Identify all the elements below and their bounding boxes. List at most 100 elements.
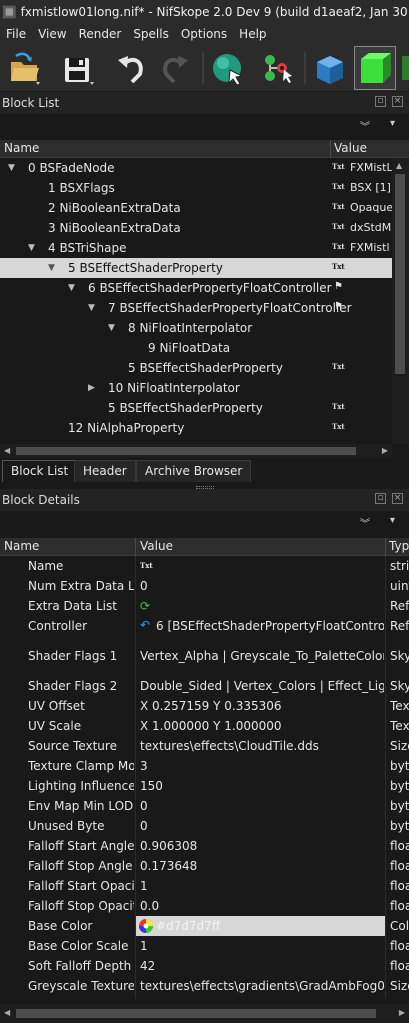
block-list-hscrollbar[interactable]: ◀ ▶ xyxy=(0,444,392,458)
block-details-title: Block Details xyxy=(2,493,80,507)
block-list-header: Block List ▫ × xyxy=(0,92,409,114)
select-icon[interactable] xyxy=(210,50,246,86)
detail-row[interactable]: Extra Data List ⟳ Ref xyxy=(0,596,409,616)
tree-row[interactable]: 9 NiFloatData xyxy=(0,338,409,358)
scroll-thumb[interactable] xyxy=(16,447,356,455)
detail-row[interactable]: Unused Byte0byte xyxy=(0,816,409,836)
tab-archive-browser[interactable]: Archive Browser xyxy=(136,460,252,482)
detail-row[interactable]: Num Extra Data List0uint xyxy=(0,576,409,596)
undo-icon[interactable] xyxy=(114,50,150,86)
block-details-table: Name Value Type Name Txt string Num Extr… xyxy=(0,536,409,999)
green-cube-button[interactable] xyxy=(354,46,396,90)
link-arrow-icon: ↶ xyxy=(140,618,151,632)
toolbar-separator xyxy=(304,52,306,84)
detail-row[interactable]: Falloff Stop Angle0.173648float xyxy=(0,856,409,876)
detail-row[interactable]: Texture Clamp Mode3byte xyxy=(0,756,409,776)
block-details-hscrollbar[interactable]: ◀ ▶ xyxy=(0,1004,409,1023)
refresh-icon: ⟳ xyxy=(140,599,151,613)
expand-arrow-icon[interactable]: ▼ xyxy=(8,163,15,173)
scroll-thumb[interactable] xyxy=(395,174,405,374)
menu-view[interactable]: View xyxy=(32,27,72,41)
detail-row[interactable]: Source Texture textures\effects\CloudTile… xyxy=(0,736,409,756)
save-icon[interactable] xyxy=(60,50,96,86)
expand-arrow-icon[interactable]: ▼ xyxy=(48,263,55,273)
block-list-columns: Name Value xyxy=(0,140,409,158)
tree-row[interactable]: 3 NiBooleanExtraData Txt dxStdM xyxy=(0,218,409,238)
detail-row[interactable]: Lighting Influence150byte xyxy=(0,776,409,796)
column-name[interactable]: Name xyxy=(4,539,39,553)
detail-row[interactable]: Base Color Scale1float xyxy=(0,936,409,956)
collapse-all-icon[interactable]: ︾ xyxy=(360,118,370,133)
tree-row[interactable]: ▼ 4 BSTriShape Txt FXMistl xyxy=(0,238,409,258)
float-panel-icon[interactable]: ▫ xyxy=(375,493,386,504)
tree-row[interactable]: 12 NiAlphaProperty Txt xyxy=(0,418,409,438)
tree-row[interactable]: 1 BSXFlags Txt BSX [1] xyxy=(0,178,409,198)
redo-icon xyxy=(163,56,188,84)
tab-header[interactable]: Header xyxy=(74,460,136,482)
tree-row[interactable]: ▼ 0 BSFadeNode Txt FXMistL xyxy=(0,158,409,178)
tree-row[interactable]: ▼ 8 NiFloatInterpolator xyxy=(0,318,409,338)
nifskope-app-icon xyxy=(2,5,16,19)
detail-row[interactable]: UV OffsetX 0.257159 Y 0.335306TexCoord xyxy=(0,696,409,716)
title-bar: fxmistlow01long.nif* - NifSkope 2.0 Dev … xyxy=(0,0,409,24)
block-details-columns: Name Value Type xyxy=(0,538,409,556)
column-value[interactable]: Value xyxy=(334,141,367,155)
detail-row[interactable]: Shader Flags 1 Vertex_Alpha | Greyscale_… xyxy=(0,636,409,676)
tree-row[interactable]: 5 BSEffectShaderProperty Txt xyxy=(0,398,409,418)
menu-help[interactable]: Help xyxy=(233,27,272,41)
detail-row[interactable]: Env Map Min LOD0byte xyxy=(0,796,409,816)
filter-dropdown-icon[interactable]: ▾ xyxy=(390,515,395,526)
detail-row[interactable]: Soft Falloff Depth42float xyxy=(0,956,409,976)
green-cube-icon xyxy=(361,53,391,83)
expand-arrow-icon[interactable]: ▼ xyxy=(88,303,95,313)
menu-spells[interactable]: Spells xyxy=(127,27,175,41)
tree-row[interactable]: ▶ 10 NiFloatInterpolator xyxy=(0,378,409,398)
tree-row[interactable]: 5 BSEffectShaderProperty Txt xyxy=(0,358,409,378)
block-list-vscrollbar[interactable]: ▲ xyxy=(392,158,409,444)
menu-options[interactable]: Options xyxy=(175,27,233,41)
detail-row[interactable]: Falloff Start Angle0.906308float xyxy=(0,836,409,856)
tab-block-list[interactable]: Block List xyxy=(2,460,78,482)
color-swatch[interactable]: #d7d7d7ff xyxy=(136,916,385,936)
menu-render[interactable]: Render xyxy=(73,27,128,41)
detail-row[interactable]: Greyscale Texture textures\effects\gradie… xyxy=(0,976,409,996)
detail-row[interactable]: Falloff Stop Opacity0.0float xyxy=(0,896,409,916)
open-icon[interactable] xyxy=(6,50,42,86)
toolbar xyxy=(0,44,409,92)
controller-icon: ⚑ xyxy=(334,301,343,312)
detail-row[interactable]: Falloff Start Opacity1float xyxy=(0,876,409,896)
toolbar-overflow-icon[interactable] xyxy=(400,50,409,86)
block-list-table: Name Value ▼ 0 BSFadeNode Txt FXMistL 1 B… xyxy=(0,138,409,444)
expand-arrow-icon[interactable]: ▼ xyxy=(28,243,35,253)
detail-row-base-color[interactable]: Base Color #d7d7d7ff Color4 xyxy=(0,916,409,936)
block-list-title: Block List xyxy=(2,96,60,110)
detail-row[interactable]: UV ScaleX 1.000000 Y 1.000000TexCoord xyxy=(0,716,409,736)
window-title: fxmistlow01long.nif* - NifSkope 2.0 Dev … xyxy=(20,5,409,19)
toolbar-separator xyxy=(202,52,204,84)
expand-arrow-icon[interactable]: ▼ xyxy=(108,323,115,333)
tab-bar: Block List Header Archive Browser xyxy=(0,460,409,482)
menu-file[interactable]: File xyxy=(0,27,32,41)
tree-icon[interactable] xyxy=(260,50,296,86)
column-value[interactable]: Value xyxy=(140,539,173,553)
tree-row[interactable]: 2 NiBooleanExtraData Txt Opaque xyxy=(0,198,409,218)
float-panel-icon[interactable]: ▫ xyxy=(375,96,386,107)
tree-row-selected[interactable]: ▼ 5 BSEffectShaderProperty Txt xyxy=(0,258,409,278)
expand-arrow-icon[interactable]: ▼ xyxy=(68,283,75,293)
collapse-arrow-icon[interactable]: ▶ xyxy=(88,383,95,393)
collapse-all-icon[interactable]: ︾ xyxy=(360,515,370,530)
detail-row[interactable]: Controller ↶ 6 [BSEffectShaderPropertyFl… xyxy=(0,616,409,636)
detail-row[interactable]: Name Txt string xyxy=(0,556,409,576)
column-name[interactable]: Name xyxy=(4,141,39,155)
filter-dropdown-icon[interactable]: ▾ xyxy=(390,118,395,129)
close-panel-icon[interactable]: × xyxy=(392,96,403,107)
detail-row[interactable]: Shader Flags 2 Double_Sided | Vertex_Colo… xyxy=(0,676,409,696)
block-details-header: Block Details ▫ × xyxy=(0,489,409,511)
scroll-thumb[interactable] xyxy=(16,1009,376,1018)
column-type[interactable]: Type xyxy=(389,539,409,553)
color-wheel-icon xyxy=(139,919,153,933)
close-panel-icon[interactable]: × xyxy=(392,493,403,504)
tree-row[interactable]: ▼ 7 BSEffectShaderPropertyFloatControlle… xyxy=(0,298,409,318)
cube-icon[interactable] xyxy=(312,50,348,86)
tree-row[interactable]: ▼ 6 BSEffectShaderPropertyFloatControlle… xyxy=(0,278,409,298)
